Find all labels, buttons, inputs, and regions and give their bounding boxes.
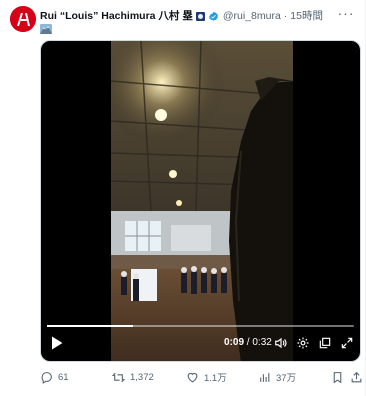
repost-icon [112, 372, 125, 382]
bookmark-button[interactable] [331, 368, 349, 386]
settings-icon[interactable] [296, 336, 310, 350]
share-button[interactable] [350, 368, 366, 386]
share-icon [351, 371, 362, 382]
more-icon[interactable]: ··· [338, 5, 354, 21]
current-time: 0:09 [224, 337, 245, 348]
views-button[interactable]: 37万 [258, 368, 296, 386]
verified-icon [208, 11, 218, 21]
avatar-logo [10, 6, 36, 32]
author-handle[interactable]: @rui_8mura [223, 9, 281, 23]
reply-button[interactable]: 61 [40, 368, 69, 386]
video-controls: 0:09 / 0:32 [41, 321, 360, 361]
like-icon [187, 372, 198, 382]
reply-count: 61 [58, 371, 69, 383]
reply-icon [41, 371, 52, 384]
like-count: 1.1万 [204, 373, 227, 384]
video-timecode: 0:09 / 0:32 [224, 337, 272, 349]
volume-icon[interactable] [274, 336, 288, 350]
tweet[interactable]: Rui “Louis” Hachimura 八村 塁 @rui_8mura · … [0, 0, 366, 396]
author-name[interactable]: Rui “Louis” Hachimura 八村 塁 [40, 9, 193, 23]
fullscreen-icon[interactable] [340, 336, 354, 350]
play-icon[interactable] [51, 336, 63, 350]
video-scene [111, 41, 293, 361]
avatar[interactable] [10, 6, 36, 32]
tweet-header: Rui “Louis” Hachimura 八村 塁 @rui_8mura · … [40, 8, 323, 24]
video-progress-bar[interactable] [47, 325, 354, 327]
views-icon [260, 372, 270, 382]
bookmark-icon [333, 371, 342, 383]
post-time[interactable]: 15時間 [290, 9, 323, 23]
video-frame[interactable] [111, 41, 293, 361]
action-bar: 61 1,372 1.1万 37万 [40, 368, 362, 386]
separator-dot: · [283, 10, 288, 22]
snow-mountain-emoji [40, 24, 52, 34]
popout-icon[interactable] [318, 336, 332, 350]
repost-count: 1,372 [130, 371, 154, 383]
video-controls-row: 0:09 / 0:32 [41, 333, 360, 353]
video-player[interactable]: 0:09 / 0:32 [40, 40, 361, 362]
repost-button[interactable]: 1,372 [112, 368, 154, 386]
duration: 0:32 [252, 337, 272, 348]
like-button[interactable]: 1.1万 [186, 368, 227, 386]
flag-icon [195, 11, 205, 21]
views-count: 37万 [276, 373, 297, 384]
video-progress-fill [47, 325, 133, 327]
